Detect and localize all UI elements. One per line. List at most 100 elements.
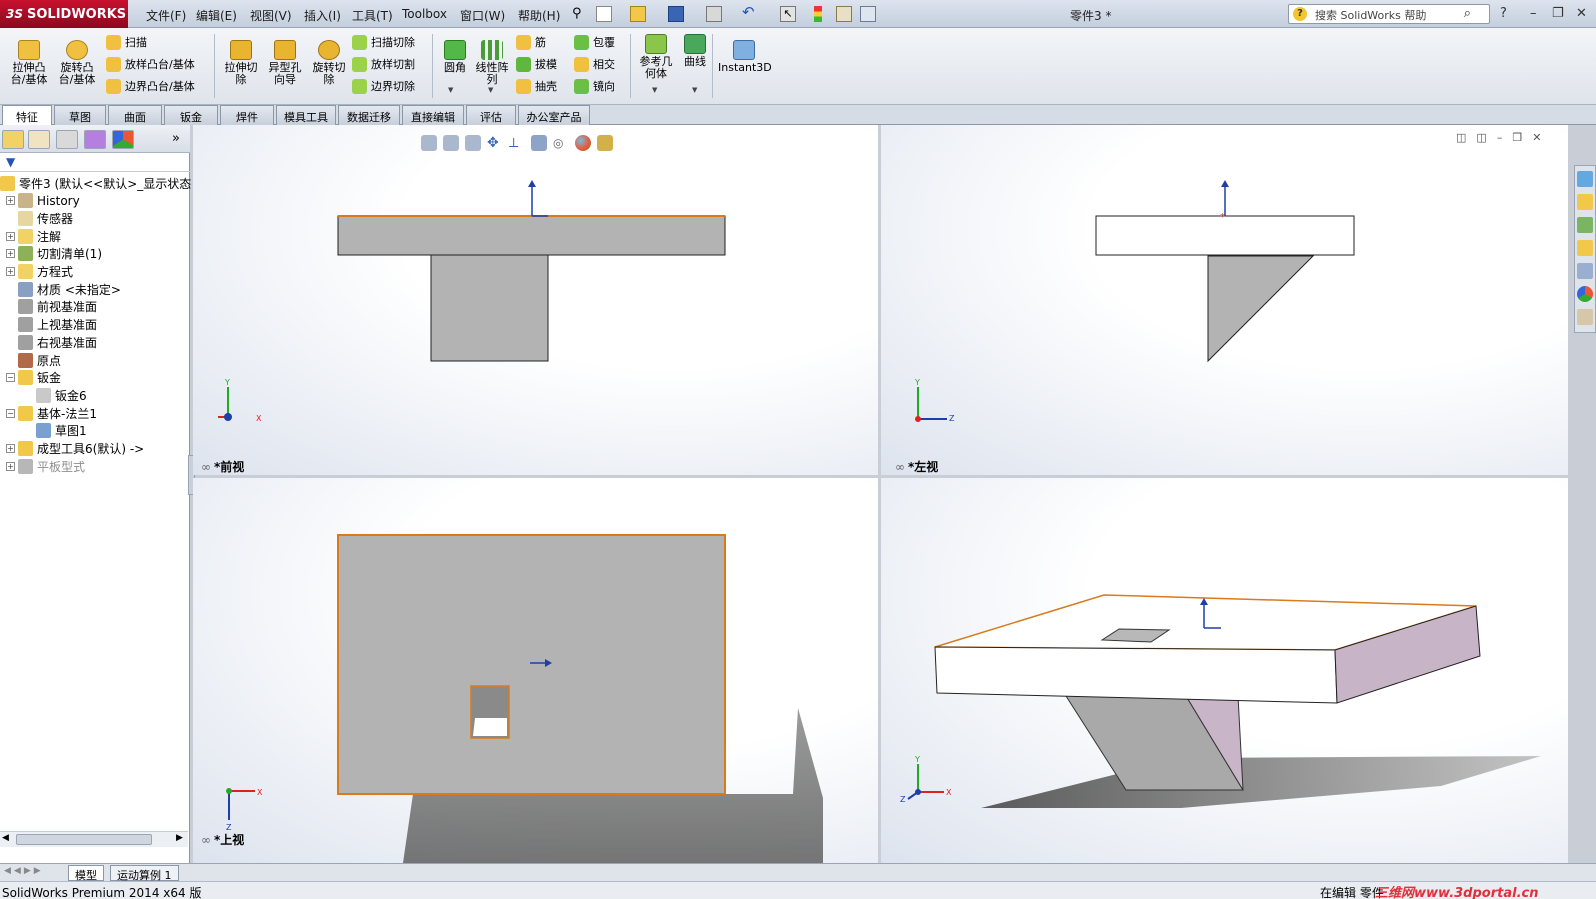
boundary-cut-button[interactable]: 边界切除 xyxy=(352,78,415,94)
scroll-left-icon[interactable]: ◀ xyxy=(2,833,9,843)
loft-button[interactable]: 放样凸台/基体 xyxy=(106,56,195,72)
tab-model[interactable]: 模型 xyxy=(68,865,104,882)
extrude-cut-button[interactable]: 拉伸切 除 xyxy=(220,40,262,86)
tab-data-migration[interactable]: 数据迁移 xyxy=(338,105,400,125)
tree-item[interactable]: − 基体-法兰1 xyxy=(6,404,97,422)
expand-icon[interactable]: + xyxy=(6,249,15,259)
feature-tree-tab-icon[interactable] xyxy=(2,130,24,149)
file-explorer-icon[interactable] xyxy=(1577,217,1593,233)
shell-button[interactable]: 抽壳 xyxy=(516,78,557,94)
tab-face[interactable] xyxy=(1207,255,1315,363)
restore-icon[interactable]: ❐ xyxy=(1552,6,1564,21)
viewport-front[interactable]: ✥ ⟂ ◎ X Y ∞ *前视 xyxy=(193,125,878,475)
tree-item[interactable]: 上视基准面 xyxy=(6,316,97,334)
tree-item[interactable]: + History xyxy=(6,192,80,210)
scrollbar-thumb[interactable] xyxy=(16,834,152,845)
flange-face[interactable] xyxy=(337,215,726,256)
link-view-icon[interactable]: ∞ xyxy=(895,460,905,474)
tree-item[interactable]: + 切割清单(1) xyxy=(6,245,102,263)
wrap-button[interactable]: 包覆 xyxy=(574,34,615,50)
curves-button[interactable]: 曲线 xyxy=(680,34,710,68)
dimxpert-tab-icon[interactable] xyxy=(84,130,106,149)
revolve-cut-button[interactable]: 旋转切 除 xyxy=(308,40,350,86)
tab-evaluate[interactable]: 评估 xyxy=(466,105,516,125)
search-help-input[interactable]: ? 搜索 SolidWorks 帮助 ⌕ xyxy=(1288,4,1490,24)
solidworks-logo[interactable]: 3S SOLIDWORKS xyxy=(0,0,128,28)
view-palette-icon[interactable] xyxy=(1577,263,1593,279)
rib-button[interactable]: 筋 xyxy=(516,34,546,50)
collapse-icon[interactable]: − xyxy=(6,408,15,418)
expand-icon[interactable]: + xyxy=(6,461,15,471)
tree-item[interactable]: − 钣金 xyxy=(6,369,61,387)
chevron-down-icon[interactable]: ▼ xyxy=(652,86,657,94)
select-cursor-icon[interactable]: ↖ xyxy=(780,6,796,22)
print-icon[interactable] xyxy=(706,6,722,22)
linear-pattern-button[interactable]: 线性阵 列 xyxy=(474,40,510,86)
tab-surfaces[interactable]: 曲面 xyxy=(108,105,162,125)
tree-item[interactable]: + 注解 xyxy=(6,227,61,245)
hole-wizard-button[interactable]: 异型孔 向导 xyxy=(264,40,306,86)
mirror-button[interactable]: 镜向 xyxy=(574,78,615,94)
tab-navigation-icon[interactable]: ◀◀▶▶ xyxy=(4,866,44,876)
menu-insert[interactable]: 插入(I) xyxy=(304,7,341,24)
viewport-isometric[interactable]: X Y Z xyxy=(881,478,1568,863)
instant3d-button[interactable]: Instant3D xyxy=(718,40,772,74)
fillet-button[interactable]: 圆角 xyxy=(438,40,472,74)
link-view-icon[interactable]: ∞ xyxy=(201,460,211,474)
menu-window[interactable]: 窗口(W) xyxy=(460,7,505,24)
expand-icon[interactable]: + xyxy=(6,231,15,241)
tab-office-products[interactable]: 办公室产品 xyxy=(518,105,590,125)
sweep-button[interactable]: 扫描 xyxy=(106,34,147,50)
reference-geometry-button[interactable]: 参考几 何体 xyxy=(636,34,676,80)
menu-edit[interactable]: 编辑(E) xyxy=(196,7,237,24)
design-library-icon[interactable] xyxy=(1577,194,1593,210)
tab-weldments[interactable]: 焊件 xyxy=(220,105,274,125)
solidworks-resources-icon[interactable] xyxy=(1577,171,1593,187)
chevron-down-icon[interactable]: ▼ xyxy=(448,86,453,94)
flange-top-face[interactable] xyxy=(337,534,726,795)
property-manager-tab-icon[interactable] xyxy=(28,130,50,149)
tree-item[interactable]: 材质 <未指定> xyxy=(6,280,121,298)
expand-icon[interactable]: + xyxy=(6,444,15,453)
tree-item[interactable]: 草图1 xyxy=(24,422,87,440)
close-icon[interactable]: ✕ xyxy=(1576,6,1587,21)
tab-face[interactable] xyxy=(430,254,549,362)
appearances-icon[interactable] xyxy=(1577,286,1593,302)
display-manager-tab-icon[interactable] xyxy=(112,130,134,149)
tree-item[interactable]: + 成型工具6(默认) -> xyxy=(6,440,144,458)
help-icon[interactable]: ? xyxy=(1500,6,1507,21)
tree-item[interactable]: 传感器 xyxy=(6,209,73,227)
new-document-icon[interactable] xyxy=(596,6,612,22)
expand-panel-icon[interactable]: » xyxy=(172,131,180,146)
tree-item[interactable]: 原点 xyxy=(6,351,61,369)
menu-tools[interactable]: 工具(T) xyxy=(352,7,393,24)
file-properties-icon[interactable] xyxy=(836,6,852,22)
tab-features[interactable]: 特征 xyxy=(2,105,52,125)
draft-button[interactable]: 拔模 xyxy=(516,56,557,72)
tree-item[interactable]: 右视基准面 xyxy=(6,333,97,351)
search-icon[interactable]: ⌕ xyxy=(1464,6,1471,21)
extrude-boss-button[interactable]: 拉伸凸 台/基体 xyxy=(8,40,50,86)
tree-item[interactable]: 前视基准面 xyxy=(6,298,97,316)
tree-item[interactable]: + 平板型式 xyxy=(6,457,85,475)
filter-icon[interactable]: ▼ xyxy=(6,155,15,169)
menu-file[interactable]: 文件(F) xyxy=(146,7,186,24)
intersect-button[interactable]: 相交 xyxy=(574,56,615,72)
tree-item[interactable]: 零件3 (默认<<默认>_显示状态 xyxy=(0,174,191,192)
viewport-left[interactable]: ◫ ◫ – ❐ ✕ * Z Y ∞ *左视 xyxy=(881,125,1568,475)
tab-motion-study[interactable]: 运动算例 1 xyxy=(110,865,179,882)
flange-front-face[interactable] xyxy=(934,646,1338,704)
collapse-icon[interactable]: − xyxy=(6,373,15,383)
tree-item[interactable]: 钣金6 xyxy=(24,386,87,404)
save-icon[interactable] xyxy=(668,6,684,22)
menu-help[interactable]: 帮助(H) xyxy=(518,7,560,24)
revolve-boss-button[interactable]: 旋转凸 台/基体 xyxy=(56,40,98,86)
lofted-cut-button[interactable]: 放样切割 xyxy=(352,56,415,72)
tab-direct-editing[interactable]: 直接编辑 xyxy=(402,105,464,125)
menu-view[interactable]: 视图(V) xyxy=(250,7,292,24)
expand-icon[interactable]: + xyxy=(6,267,15,276)
expand-icon[interactable]: + xyxy=(6,196,15,206)
open-folder-icon[interactable] xyxy=(630,6,646,22)
feature-tree-filter[interactable]: ▼ xyxy=(0,154,190,172)
rebuild-traffic-light-icon[interactable] xyxy=(814,6,822,22)
